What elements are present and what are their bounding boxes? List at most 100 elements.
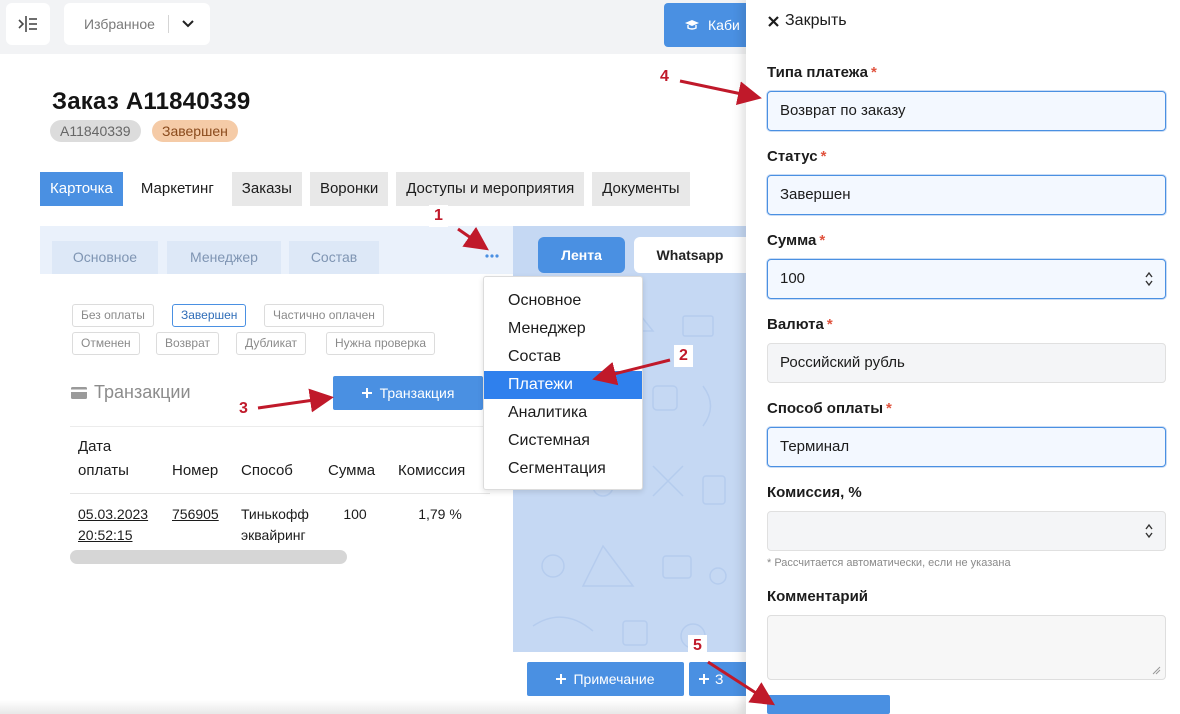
menu-item-main[interactable]: Основное	[484, 287, 642, 315]
select-divider	[168, 15, 169, 33]
transaction-commission: 1,79 %	[418, 506, 462, 522]
callout-5: 5	[688, 635, 707, 657]
transactions-title: Транзакции	[94, 382, 191, 402]
order-tabs: Карточка Маркетинг Заказы Воронки Доступ…	[40, 172, 690, 206]
filter-needs-check[interactable]: Нужна проверка	[326, 332, 436, 355]
more-subtabs-button[interactable]	[480, 244, 504, 268]
favorites-select[interactable]: Избранное	[64, 3, 210, 45]
add-transaction-label: Транзакция	[379, 385, 455, 401]
plus-icon	[556, 674, 567, 684]
payment-type-label: Типа платежа *	[767, 64, 877, 81]
column-header-date: Дата оплаты	[70, 426, 164, 494]
callout-1: 1	[429, 205, 448, 227]
amount-label: Сумма *	[767, 232, 825, 249]
plus-icon	[699, 674, 709, 684]
commission-label: Комиссия, %	[767, 484, 862, 501]
menu-item-manager[interactable]: Менеджер	[484, 315, 642, 343]
number-spinner-icon[interactable]	[1143, 270, 1155, 288]
add-note-button[interactable]: Примечание	[527, 662, 684, 696]
subtab-manager[interactable]: Менеджер	[167, 241, 281, 274]
subtabs-dropdown-menu: Основное Менеджер Состав Платежи Аналити…	[483, 276, 643, 490]
add-transaction-button[interactable]: Транзакция	[333, 376, 483, 410]
cabinet-label: Каби	[708, 17, 740, 33]
transactions-heading: Транзакции	[70, 382, 191, 403]
tab-funnels[interactable]: Воронки	[309, 172, 389, 206]
table-row: 05.03.2023 20:52:15 756905 Тинькофф эква…	[70, 494, 490, 551]
comment-textarea[interactable]	[767, 615, 1166, 680]
table-header-row: Дата оплаты Номер Способ Сумма Комиссия	[70, 426, 490, 494]
required-mark: *	[819, 232, 826, 249]
plus-icon	[361, 388, 372, 398]
payment-type-label-text: Типа платежа	[767, 64, 868, 81]
subtab-composition[interactable]: Состав	[289, 241, 379, 274]
payment-method-label-text: Способ оплаты	[767, 400, 884, 417]
credit-card-icon	[71, 386, 87, 399]
tab-card[interactable]: Карточка	[40, 172, 123, 206]
number-spinner-icon[interactable]	[1143, 522, 1155, 540]
commission-hint: * Рассчитается автоматически, если не ук…	[767, 557, 1011, 569]
feed-tab-whatsapp[interactable]: Whatsapp	[634, 237, 746, 273]
column-header-amount: Сумма	[320, 426, 390, 494]
payment-method-select[interactable]: Терминал	[767, 427, 1166, 467]
status-label: Статус *	[767, 148, 826, 165]
transactions-table: Дата оплаты Номер Способ Сумма Комиссия …	[70, 426, 490, 550]
card-panel: Основное Менеджер Состав Без оплаты Заве…	[40, 226, 513, 714]
filter-cancelled[interactable]: Отменен	[72, 332, 140, 355]
close-label: Закрыть	[785, 12, 847, 29]
subtab-main[interactable]: Основное	[52, 241, 158, 274]
payment-drawer: Закрыть Типа платежа * Возврат по заказу …	[746, 0, 1180, 714]
tab-access-events[interactable]: Доступы и мероприятия	[396, 172, 585, 206]
filter-unpaid[interactable]: Без оплаты	[72, 304, 154, 327]
callout-2: 2	[674, 345, 693, 367]
save-button[interactable]	[767, 695, 890, 714]
menu-item-composition[interactable]: Состав	[484, 343, 642, 371]
status-select[interactable]: Завершен	[767, 175, 1166, 215]
amount-label-text: Сумма	[767, 232, 817, 249]
callout-3: 3	[234, 398, 253, 420]
add-task-label: З	[715, 671, 724, 687]
filter-completed[interactable]: Завершен	[172, 304, 247, 327]
tab-documents[interactable]: Документы	[592, 172, 690, 206]
resize-grip-icon[interactable]	[1151, 665, 1161, 675]
table-horizontal-scrollbar[interactable]	[70, 550, 347, 564]
transaction-date-link[interactable]: 05.03.2023 20:52:15	[70, 494, 164, 551]
add-task-button[interactable]: З	[689, 662, 746, 696]
close-button[interactable]: Закрыть	[768, 12, 847, 30]
bottom-shadow	[0, 700, 760, 714]
currency-select[interactable]: Российский рубль	[767, 343, 1166, 383]
payment-method-label: Способ оплаты *	[767, 400, 892, 417]
favorites-label: Избранное	[84, 16, 155, 32]
tab-orders[interactable]: Заказы	[231, 172, 302, 206]
chevron-down-icon	[182, 20, 194, 28]
callout-4: 4	[655, 66, 674, 88]
status-label-text: Статус	[767, 148, 818, 165]
menu-item-segmentation[interactable]: Сегментация	[484, 455, 642, 483]
filter-refund[interactable]: Возврат	[156, 332, 219, 355]
currency-label: Валюта *	[767, 316, 833, 333]
toggle-sidebar-button[interactable]	[6, 3, 50, 45]
payment-type-select[interactable]: Возврат по заказу	[767, 91, 1166, 131]
feed-tab-timeline[interactable]: Лента	[538, 237, 625, 273]
column-header-number: Номер	[164, 426, 233, 494]
graduation-cap-icon	[685, 20, 699, 30]
top-bar: Избранное Каби	[0, 0, 760, 54]
amount-input[interactable]: 100	[767, 259, 1166, 299]
ellipsis-icon	[485, 254, 499, 258]
order-id-badge: А11840339	[50, 120, 141, 142]
tab-marketing[interactable]: Маркетинг	[130, 172, 224, 206]
menu-item-system[interactable]: Системная	[484, 427, 642, 455]
column-header-method: Способ	[233, 426, 320, 494]
currency-label-text: Валюта	[767, 316, 824, 333]
close-icon	[768, 15, 779, 27]
menu-item-analytics[interactable]: Аналитика	[484, 399, 642, 427]
amount-value: 100	[780, 270, 806, 287]
commission-input[interactable]	[767, 511, 1166, 551]
menu-item-payments[interactable]: Платежи	[484, 371, 642, 399]
filter-duplicate[interactable]: Дубликат	[236, 332, 306, 355]
transaction-amount: 100	[343, 506, 367, 522]
required-mark: *	[886, 400, 892, 417]
filter-partially-paid[interactable]: Частично оплачен	[264, 304, 384, 327]
add-note-label: Примечание	[573, 671, 655, 687]
transaction-number-link[interactable]: 756905	[164, 494, 233, 551]
required-mark: *	[820, 148, 827, 165]
